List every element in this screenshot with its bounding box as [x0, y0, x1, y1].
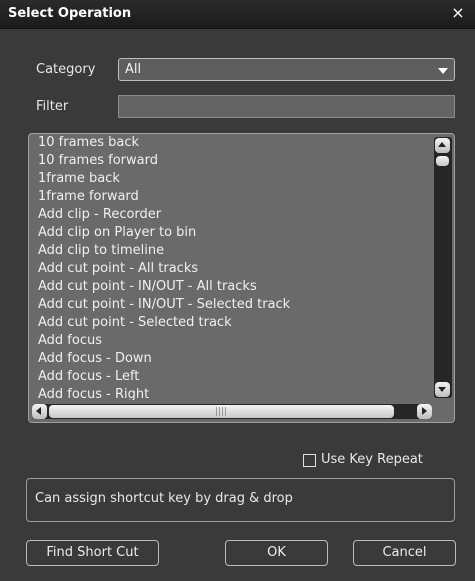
operation-list-item[interactable]: Add cut point - IN/OUT - All tracks	[29, 278, 434, 296]
hint-box: Can assign shortcut key by drag & drop	[26, 478, 455, 522]
window-title: Select Operation	[8, 6, 132, 21]
close-icon[interactable]: ×	[449, 3, 467, 23]
scroll-down-button[interactable]	[435, 382, 450, 397]
find-short-cut-button[interactable]: Find Short Cut	[26, 540, 159, 566]
chevron-down-icon	[438, 68, 448, 74]
scroll-left-button[interactable]	[32, 404, 47, 419]
title-bar: Select Operation ×	[0, 0, 475, 29]
horizontal-scroll-thumb[interactable]	[49, 405, 394, 418]
operation-list-item[interactable]: Add focus - Right	[29, 386, 434, 400]
operation-list-item[interactable]: Add cut point - IN/OUT - Selected track	[29, 296, 434, 314]
operation-list-item[interactable]: Add cut point - All tracks	[29, 260, 434, 278]
scroll-up-button[interactable]	[435, 138, 450, 153]
operation-list-item[interactable]: 1frame back	[29, 170, 434, 188]
use-key-repeat-label: Use Key Repeat	[321, 452, 423, 467]
scroll-right-button[interactable]	[417, 404, 432, 419]
operation-list-item[interactable]: Add cut point - Selected track	[29, 314, 434, 332]
operation-list-item[interactable]: Add focus - Left	[29, 368, 434, 386]
arrow-right-icon	[422, 407, 427, 415]
operation-list-item[interactable]: 1frame forward	[29, 188, 434, 206]
arrow-left-icon	[36, 407, 41, 415]
horizontal-scrollbar[interactable]	[32, 404, 432, 419]
operation-list-item[interactable]: Add focus	[29, 332, 434, 350]
operation-list-item[interactable]: 10 frames back	[29, 134, 434, 152]
operation-list-item[interactable]: Add focus - Down	[29, 350, 434, 368]
use-key-repeat-checkbox[interactable]	[303, 454, 316, 467]
arrow-down-icon	[438, 387, 446, 392]
cancel-button[interactable]: Cancel	[353, 540, 456, 566]
vertical-scroll-thumb[interactable]	[436, 156, 449, 166]
arrow-up-icon	[438, 142, 446, 147]
category-value: All	[125, 62, 142, 77]
operation-list-item[interactable]: Add clip to timeline	[29, 242, 434, 260]
operation-list-item[interactable]: Add clip - Recorder	[29, 206, 434, 224]
vertical-scrollbar[interactable]	[434, 137, 452, 398]
filter-input[interactable]	[118, 95, 455, 118]
grip-icon	[216, 407, 226, 416]
ok-button[interactable]: OK	[225, 540, 328, 566]
category-label: Category	[36, 62, 96, 77]
operation-list-item[interactable]: 10 frames forward	[29, 152, 434, 170]
operation-list[interactable]: 10 frames back 10 frames forward 1frame ba…	[28, 133, 455, 423]
hint-text: Can assign shortcut key by drag & drop	[35, 491, 293, 506]
category-dropdown[interactable]: All	[118, 58, 455, 81]
filter-label: Filter	[36, 99, 69, 114]
operation-list-item[interactable]: Add clip on Player to bin	[29, 224, 434, 242]
operation-items: 10 frames back 10 frames forward 1frame ba…	[29, 134, 434, 400]
